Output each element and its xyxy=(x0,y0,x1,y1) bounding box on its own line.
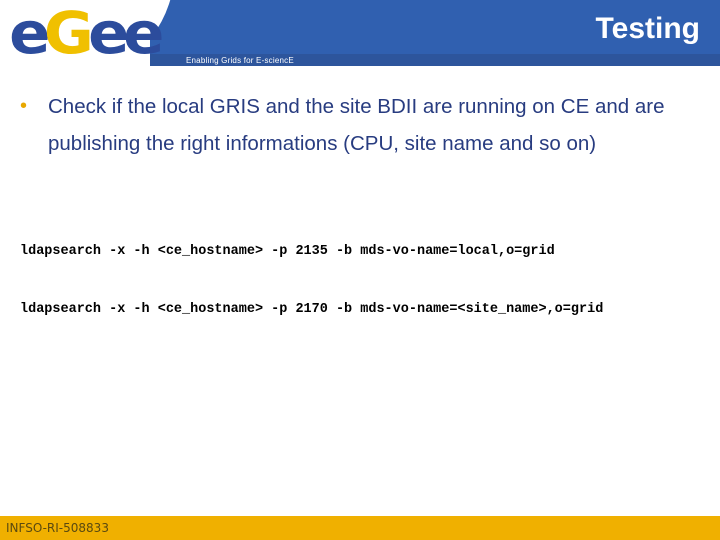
bullet-text: Check if the local GRIS and the site BDI… xyxy=(48,95,665,155)
command-line-bdii: ldapsearch -x -h <ce_hostname> -p 2170 -… xyxy=(20,302,604,317)
slide-header: e G e e Enabling Grids for E-sciencE Tes… xyxy=(0,0,720,66)
slide-footer: INFSO-RI-508833 xyxy=(0,516,720,540)
logo-letter-e1: e xyxy=(9,0,50,67)
tagline: Enabling Grids for E-sciencE xyxy=(186,56,294,65)
slide-title: Testing xyxy=(595,12,700,45)
command-line-gris: ldapsearch -x -h <ce_hostname> -p 2135 -… xyxy=(20,244,555,259)
logo-letter-e2: e xyxy=(88,0,129,67)
bullet-item: • Check if the local GRIS and the site B… xyxy=(20,88,700,162)
bullet-dot-icon: • xyxy=(20,95,28,117)
footer-project-id: INFSO-RI-508833 xyxy=(6,521,109,535)
logo-letter-g: G xyxy=(44,0,94,67)
egee-logo: e G e e xyxy=(9,4,165,62)
logo-letter-e3: e xyxy=(123,0,164,67)
